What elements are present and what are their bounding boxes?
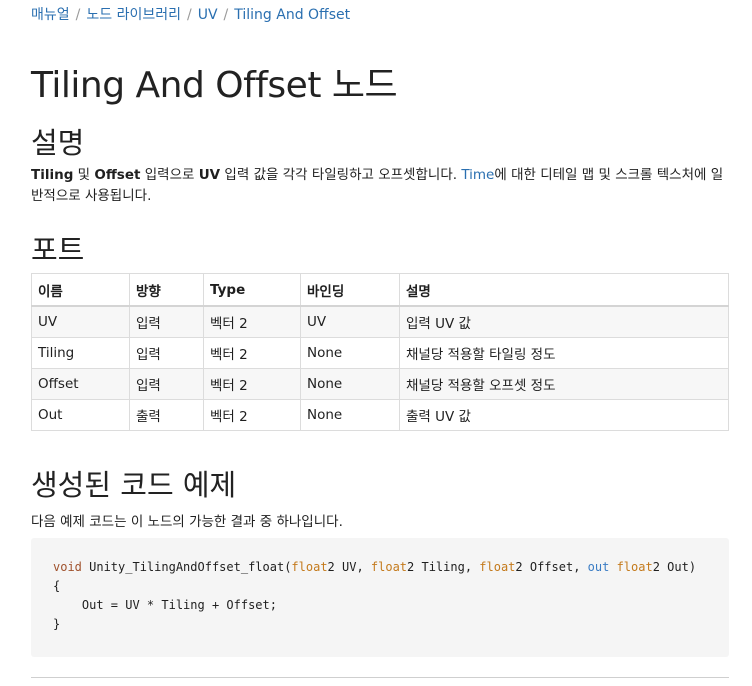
- desc-bold-offset: Offset: [94, 167, 141, 183]
- ports-heading: 포트: [31, 233, 85, 267]
- code-text: 2 Out): [652, 560, 697, 574]
- column-header-description: 설명: [399, 273, 729, 307]
- breadcrumb-item-manual[interactable]: 매뉴얼: [31, 7, 70, 23]
- time-link[interactable]: Time: [461, 167, 494, 183]
- table-cell: Out: [31, 399, 130, 431]
- desc-bold-tiling: Tiling: [31, 167, 74, 183]
- code-intro-text: 다음 예제 코드는 이 노드의 가능한 결과 중 하나입니다.: [31, 514, 343, 530]
- breadcrumb-separator: /: [223, 7, 229, 23]
- table-header-row: 이름 방향 Type 바인딩 설명: [31, 273, 729, 307]
- code-text: 2 Offset,: [515, 560, 588, 574]
- divider: [31, 677, 729, 678]
- desc-text: 입력으로: [140, 167, 199, 183]
- table-cell: 벡터 2: [203, 305, 301, 338]
- desc-text: 입력 값을 각각 타일링하고 오프셋합니다.: [220, 167, 462, 183]
- code-keyword-float: float: [479, 560, 516, 574]
- page: 매뉴얼 / 노드 라이브러리 / UV / Tiling And Offset Tiling…: [0, 0, 752, 686]
- table-cell: 입력: [129, 337, 204, 369]
- table-cell: 채널당 적용할 타일링 정도: [399, 337, 729, 369]
- column-header-binding: 바인딩: [300, 273, 400, 307]
- table-cell: Tiling: [31, 337, 130, 369]
- description-heading: 설명: [31, 126, 85, 160]
- code-text: 2 UV,: [327, 560, 371, 574]
- table-cell: 벡터 2: [203, 399, 301, 431]
- table-cell: 입력: [129, 305, 204, 338]
- table-cell: 채널당 적용할 오프셋 정도: [399, 368, 729, 400]
- table-cell: UV: [31, 305, 130, 338]
- table-cell: 출력: [129, 399, 204, 431]
- code-text: 2 Tiling,: [407, 560, 480, 574]
- table-cell: 입력 UV 값: [399, 305, 729, 338]
- table-cell: None: [300, 399, 400, 431]
- column-header-type: Type: [203, 273, 301, 307]
- code-text: Unity_TilingAndOffset_float(: [81, 560, 292, 574]
- desc-bold-uv: UV: [198, 167, 221, 183]
- table-cell: 입력: [129, 368, 204, 400]
- code-keyword-out: out: [587, 560, 610, 574]
- table-cell: 출력 UV 값: [399, 399, 729, 431]
- table-row: Out 출력 벡터 2 None 출력 UV 값: [31, 399, 729, 431]
- column-header-direction: 방향: [129, 273, 204, 307]
- code-keyword-void: void: [53, 560, 82, 574]
- code-keyword-float: float: [616, 560, 653, 574]
- code-example-heading: 생성된 코드 예제: [31, 468, 237, 502]
- code-close-brace: }: [53, 617, 61, 631]
- ports-table: 이름 방향 Type 바인딩 설명 UV 입력 벡터 2 UV 입력 UV 값 …: [31, 273, 729, 431]
- description-text: Tiling 및 Offset 입력으로 UV 입력 값을 각각 타일링하고 오…: [31, 165, 731, 207]
- table-row: UV 입력 벡터 2 UV 입력 UV 값: [31, 305, 729, 338]
- table-cell: 벡터 2: [203, 337, 301, 369]
- table-cell: Offset: [31, 368, 130, 400]
- breadcrumb-separator: /: [75, 7, 81, 23]
- column-header-name: 이름: [31, 273, 130, 307]
- code-keyword-float: float: [370, 560, 408, 574]
- breadcrumb-item-uv[interactable]: UV: [198, 7, 218, 23]
- code-body-line: Out = UV * Tiling + Offset;: [53, 598, 277, 612]
- table-cell: None: [300, 368, 400, 400]
- breadcrumb: 매뉴얼 / 노드 라이브러리 / UV / Tiling And Offset: [31, 4, 350, 24]
- table-cell: 벡터 2: [203, 368, 301, 400]
- breadcrumb-item-node-library[interactable]: 노드 라이브러리: [86, 7, 181, 23]
- table-cell: UV: [300, 305, 400, 338]
- table-cell: None: [300, 337, 400, 369]
- desc-text: 및: [73, 167, 95, 183]
- code-open-brace: {: [53, 579, 61, 593]
- code-block[interactable]: void Unity_TilingAndOffset_float(float2 …: [31, 538, 729, 657]
- table-row: Tiling 입력 벡터 2 None 채널당 적용할 타일링 정도: [31, 337, 729, 369]
- breadcrumb-separator: /: [186, 7, 192, 23]
- table-row: Offset 입력 벡터 2 None 채널당 적용할 오프셋 정도: [31, 368, 729, 400]
- page-title: Tiling And Offset 노드: [31, 65, 398, 106]
- code-keyword-float: float: [291, 560, 328, 574]
- breadcrumb-item-current[interactable]: Tiling And Offset: [234, 7, 350, 23]
